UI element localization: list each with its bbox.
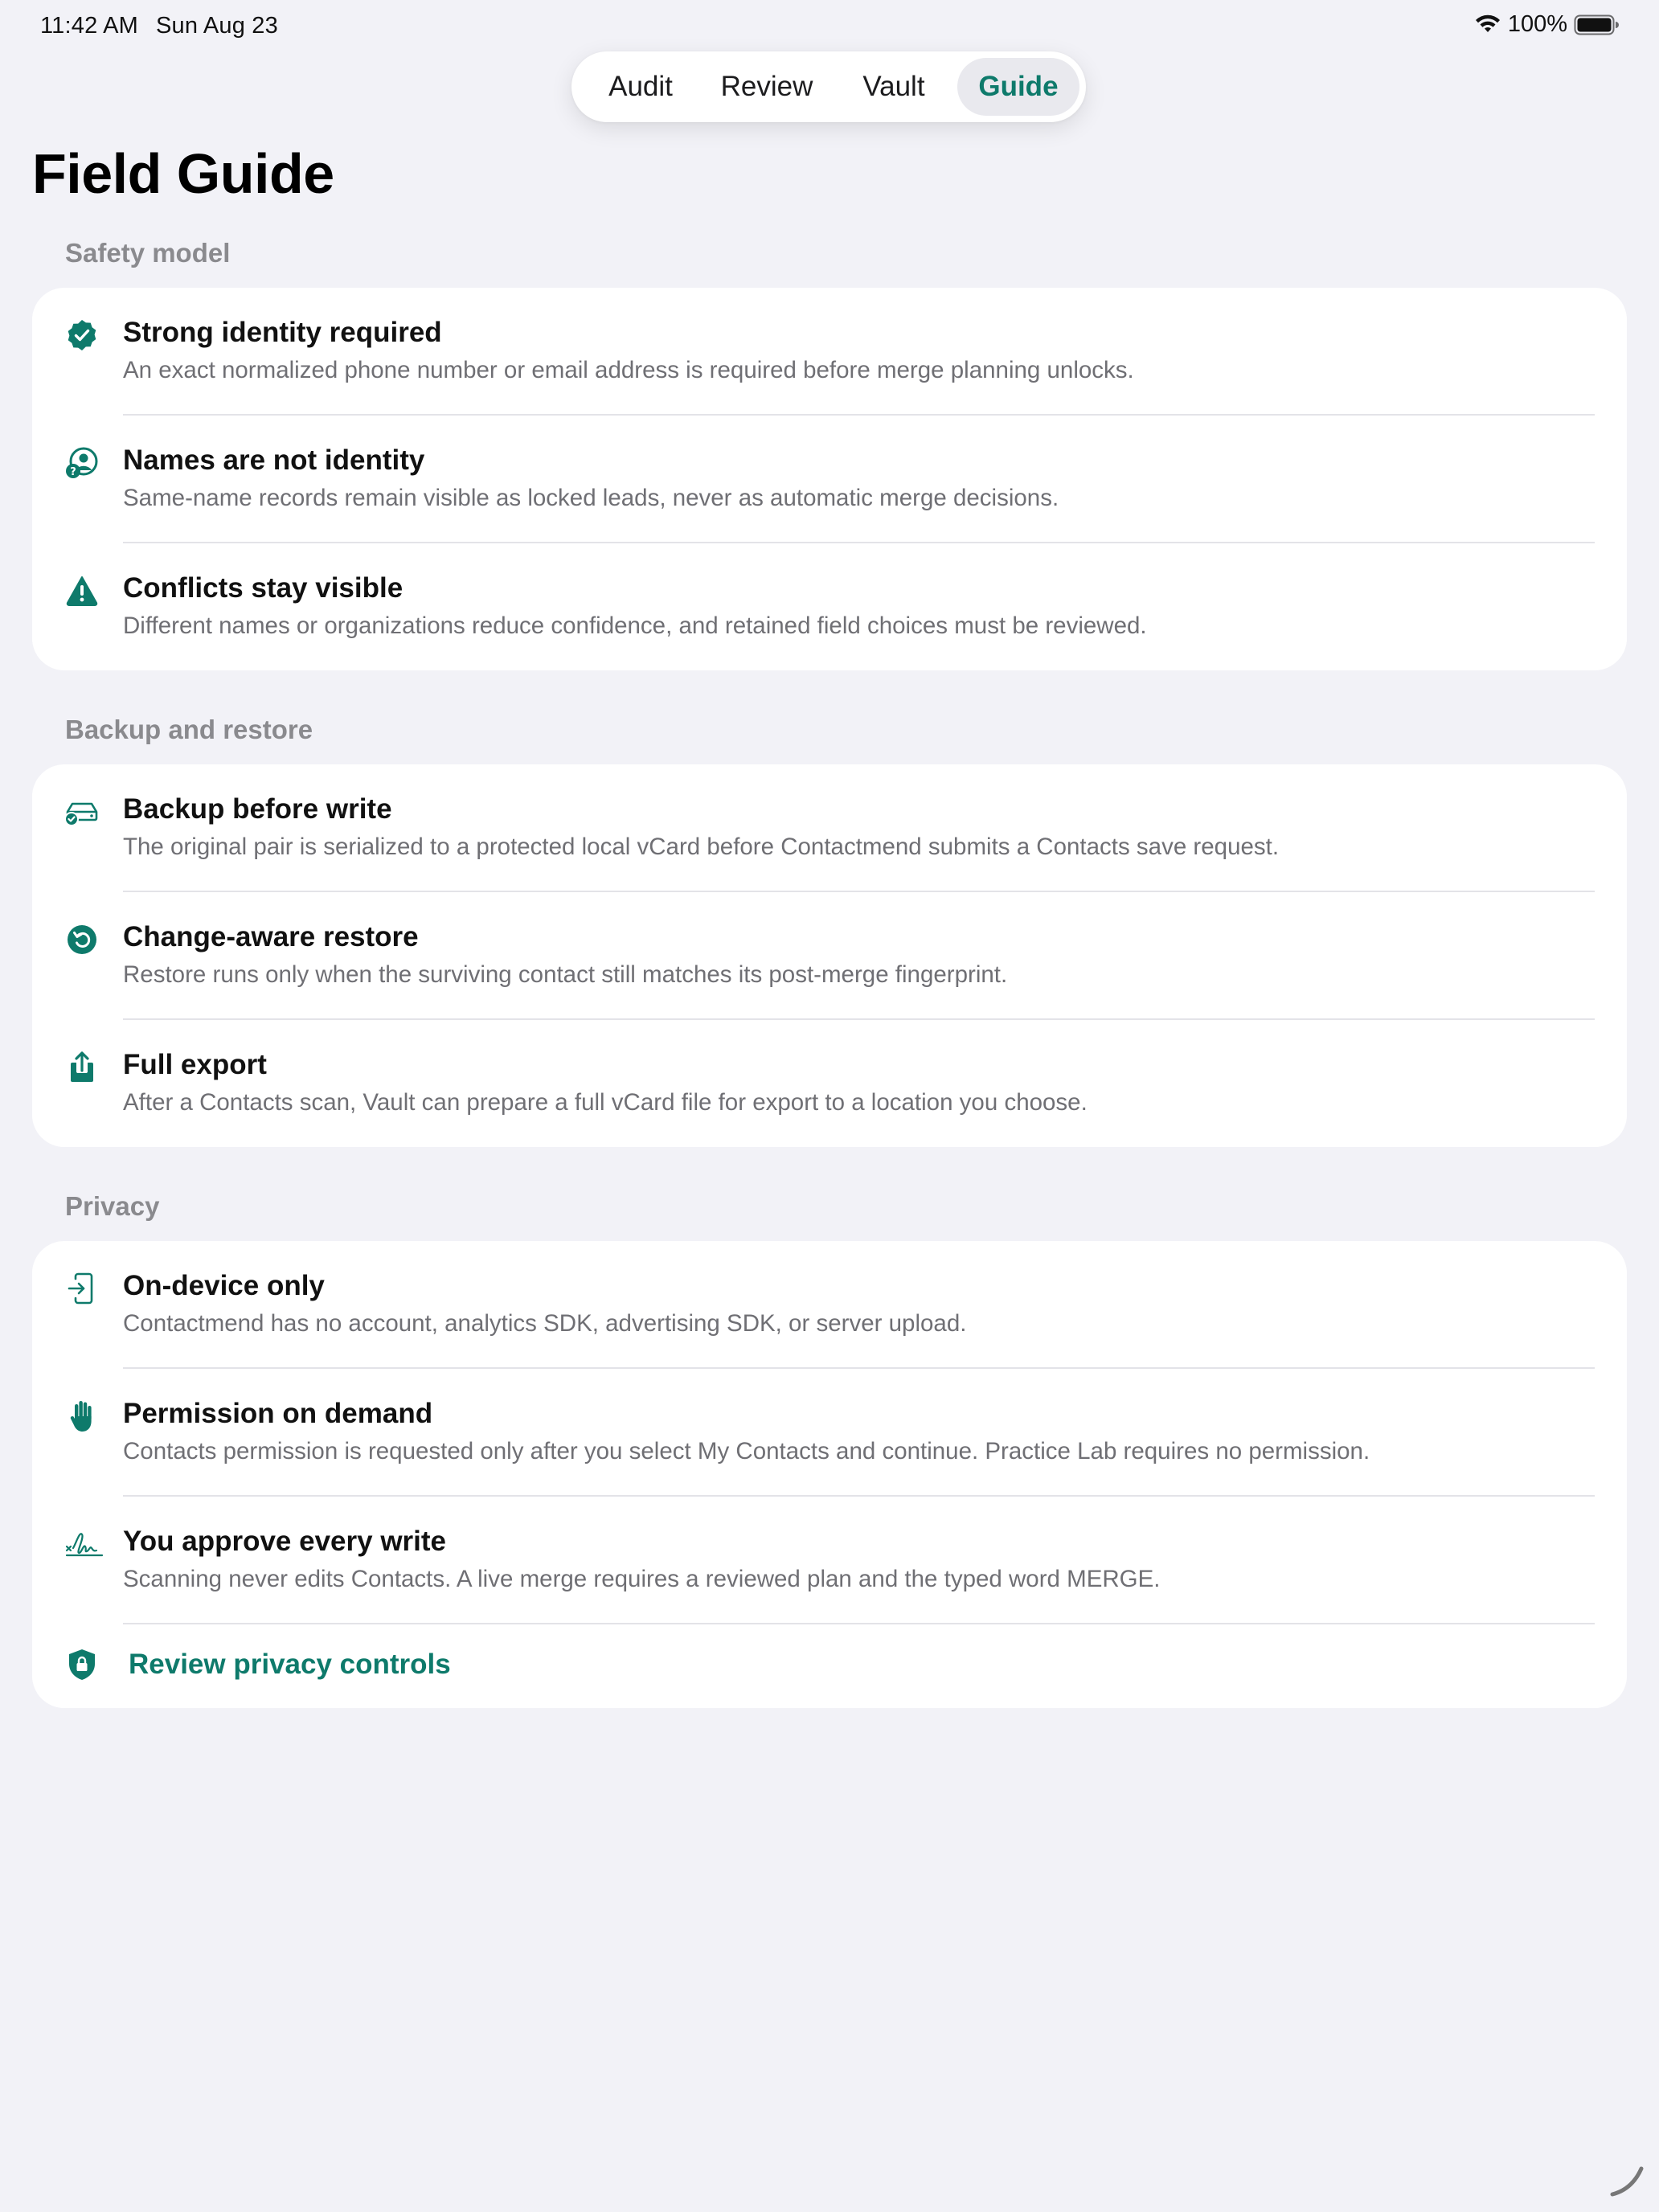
restore-arrow-icon (64, 922, 100, 957)
item-description: Scanning never edits Contacts. A live me… (123, 1566, 1161, 1592)
item-title: Names are not identity (123, 444, 425, 476)
item-description: The original pair is serialized to a pro… (123, 834, 1280, 860)
safety-model-card: Strong identity required An exact normal… (32, 288, 1627, 670)
person-question-icon: ? (64, 445, 100, 481)
item-description: Contacts permission is requested only af… (123, 1438, 1370, 1464)
section-header-backup-restore: Backup and restore (65, 715, 313, 744)
item-title: On-device only (123, 1270, 325, 1301)
svg-text:?: ? (70, 466, 76, 478)
list-item: Strong identity required An exact normal… (32, 288, 1627, 416)
page-title: Field Guide (32, 142, 334, 205)
item-description: Same-name records remain visible as lock… (123, 485, 1059, 511)
item-description: Contactmend has no account, analytics SD… (123, 1310, 967, 1337)
raised-hand-icon (64, 1399, 100, 1434)
item-title: You approve every write (123, 1526, 447, 1557)
review-privacy-controls-label: Review privacy controls (129, 1649, 451, 1680)
section-header-privacy: Privacy (65, 1191, 160, 1221)
backup-restore-card: Backup before write The original pair is… (32, 764, 1627, 1147)
item-description: Different names or organizations reduce … (123, 612, 1147, 639)
list-item: Change-aware restore Restore runs only w… (32, 892, 1627, 1020)
wifi-icon (1474, 14, 1501, 35)
signature-icon (64, 1526, 104, 1562)
item-description: Restore runs only when the surviving con… (123, 961, 1008, 988)
section-header-safety-model: Safety model (65, 238, 231, 268)
status-time: 11:42 AM (40, 13, 138, 39)
tab-vault[interactable]: Vault (830, 58, 957, 116)
battery-percentage: 100% (1507, 11, 1567, 37)
list-item: Full export After a Contacts scan, Vault… (32, 1020, 1627, 1147)
device-enter-icon (64, 1271, 100, 1306)
home-indicator-corner (1610, 2166, 1644, 2197)
list-item: Permission on demand Contacts permission… (32, 1369, 1627, 1497)
tab-bar: Audit Review Vault Guide (571, 51, 1086, 122)
warning-triangle-icon (64, 573, 100, 608)
status-bar: 11:42 AM Sun Aug 23 100% (0, 0, 1659, 51)
list-item: Conflicts stay visible Different names o… (32, 543, 1627, 670)
tab-guide[interactable]: Guide (956, 58, 1079, 116)
item-title: Backup before write (123, 793, 392, 825)
privacy-card: On-device only Contactmend has no accoun… (32, 1241, 1627, 1708)
list-item: You approve every write Scanning never e… (32, 1497, 1627, 1624)
item-title: Change-aware restore (123, 921, 419, 952)
list-item: Backup before write The original pair is… (32, 764, 1627, 892)
item-description: An exact normalized phone number or emai… (123, 357, 1134, 383)
tab-review[interactable]: Review (703, 58, 830, 116)
review-privacy-controls-link[interactable]: Review privacy controls (32, 1624, 1627, 1708)
item-description: After a Contacts scan, Vault can prepare… (123, 1089, 1088, 1116)
checkmark-seal-icon (64, 317, 100, 353)
share-export-icon (64, 1050, 100, 1085)
tab-audit[interactable]: Audit (578, 58, 703, 116)
lock-shield-icon (64, 1647, 100, 1682)
external-drive-check-icon (64, 794, 100, 830)
battery-icon (1574, 14, 1619, 35)
item-title: Conflicts stay visible (123, 572, 403, 604)
list-item: On-device only Contactmend has no accoun… (32, 1241, 1627, 1369)
item-title: Permission on demand (123, 1398, 433, 1429)
item-title: Strong identity required (123, 317, 442, 348)
status-date: Sun Aug 23 (155, 13, 278, 39)
item-title: Full export (123, 1049, 267, 1080)
list-item: ? Names are not identity Same-name recor… (32, 416, 1627, 543)
